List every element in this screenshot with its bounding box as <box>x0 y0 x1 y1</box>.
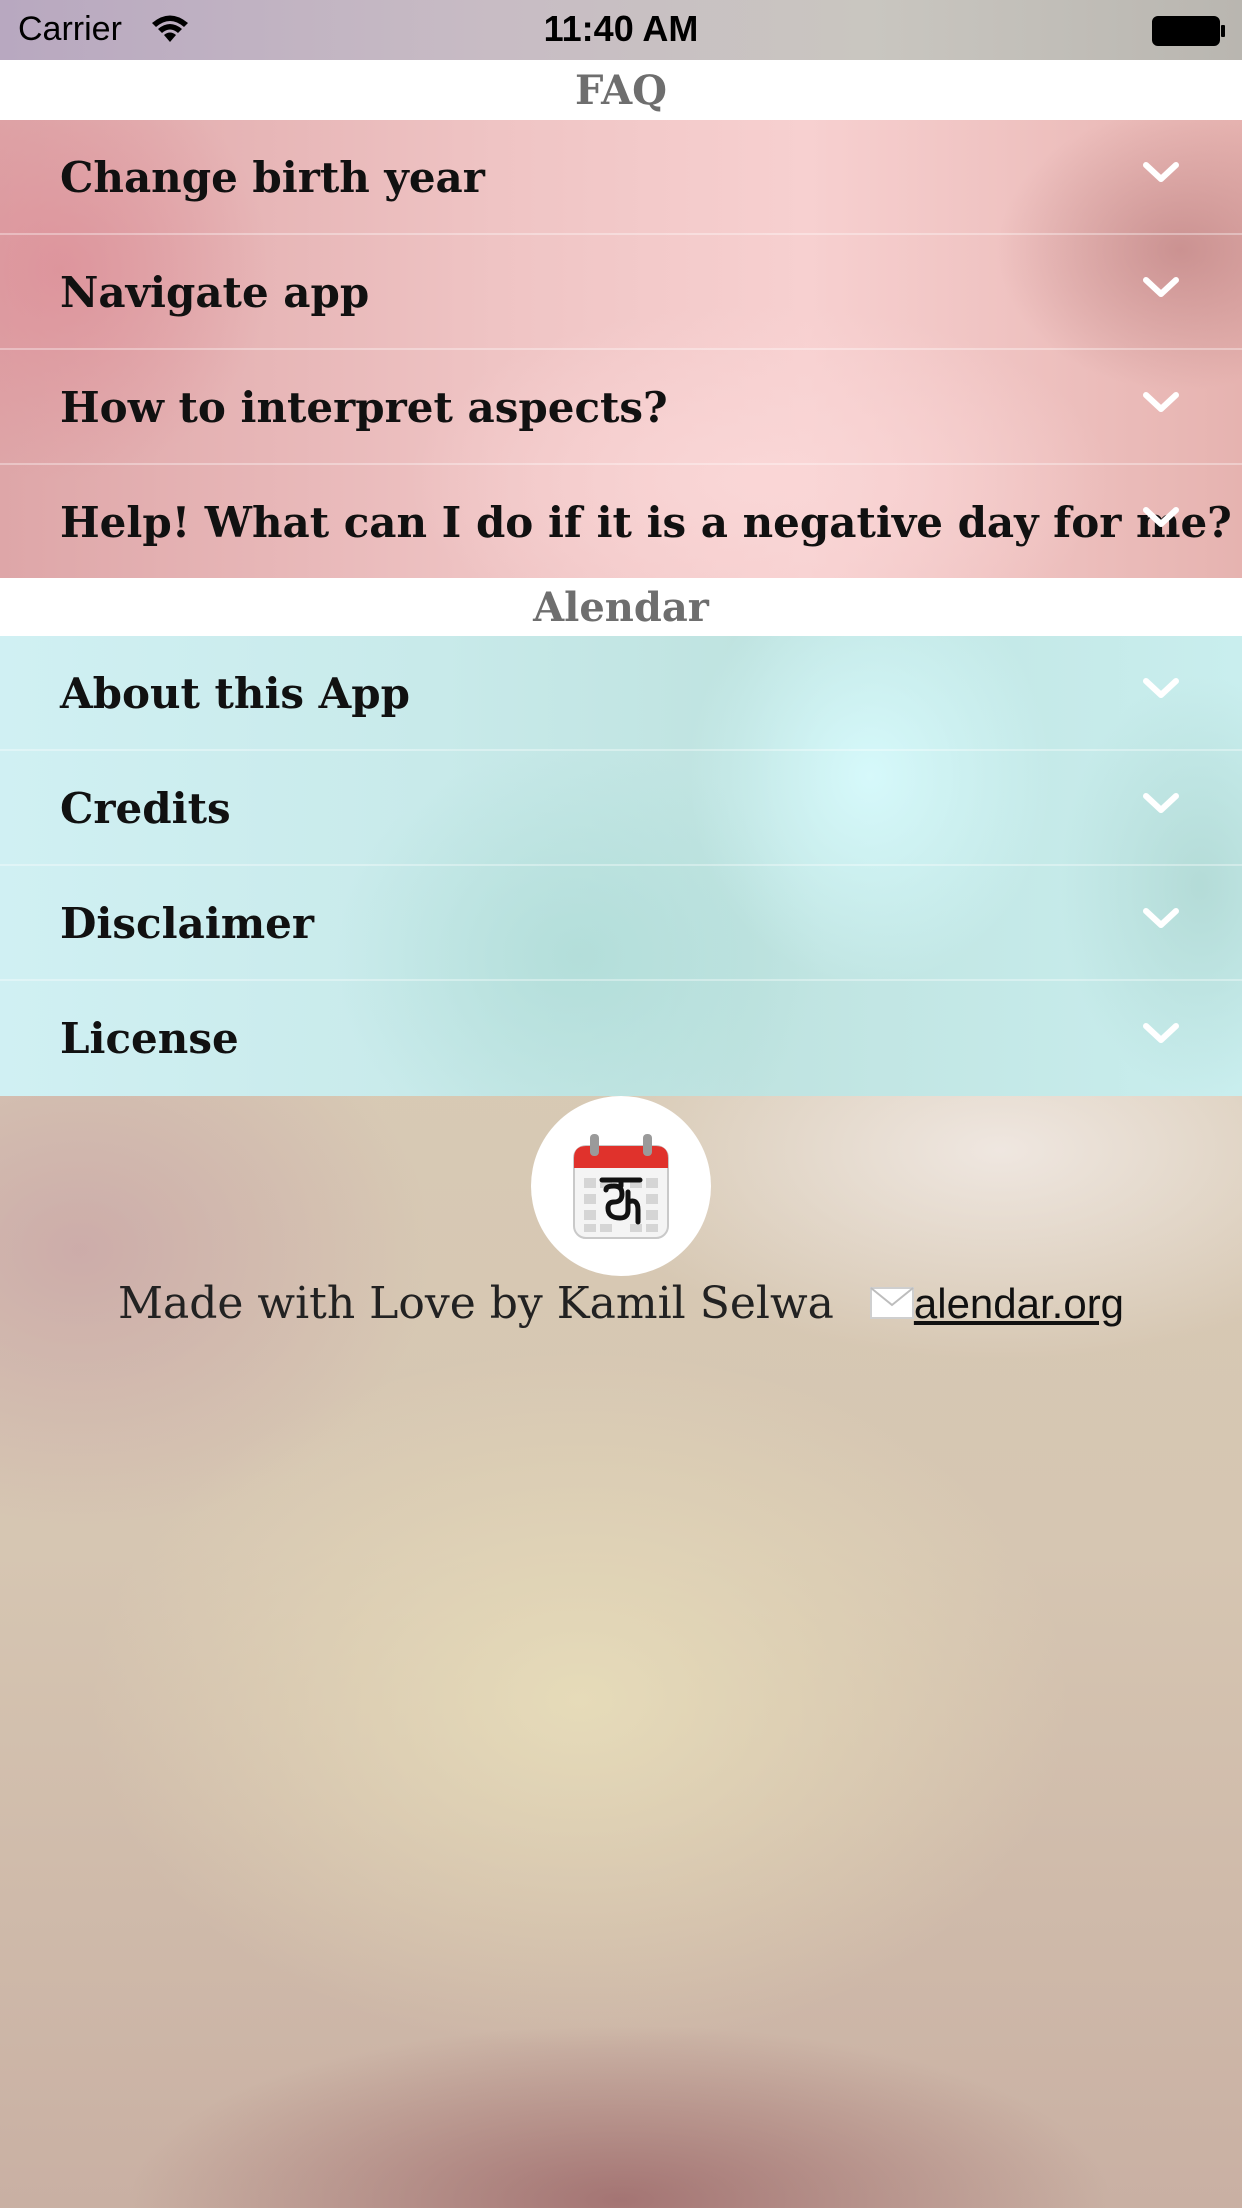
alendar-item-label: License <box>60 1014 239 1063</box>
chevron-down-icon <box>1143 908 1179 928</box>
footer: Made with Love by Kamil Selwa alendar.or… <box>0 1278 1242 1329</box>
alendar-item-disclaimer[interactable]: Disclaimer <box>0 866 1242 981</box>
faq-item-label: Navigate app <box>60 268 370 317</box>
faq-item-label: How to interpret aspects? <box>60 383 668 432</box>
chevron-down-icon <box>1143 277 1179 297</box>
alendar-item-label: Credits <box>60 784 231 833</box>
alendar-item-license[interactable]: License <box>0 981 1242 1096</box>
faq-item-negative-day[interactable]: Help! What can I do if it is a negative … <box>0 465 1242 580</box>
envelope-icon <box>869 1286 914 1319</box>
app-logo <box>531 1096 711 1276</box>
chevron-down-icon <box>1143 678 1179 698</box>
alendar-item-credits[interactable]: Credits <box>0 751 1242 866</box>
faq-item-label: Help! What can I do if it is a negative … <box>60 498 1232 547</box>
faq-item-change-birth-year[interactable]: Change birth year <box>0 120 1242 235</box>
chevron-down-icon <box>1143 392 1179 412</box>
chevron-down-icon <box>1143 793 1179 813</box>
faq-item-label: Change birth year <box>60 153 485 202</box>
alendar-section-header: Alendar <box>0 578 1242 636</box>
faq-section-header: FAQ <box>0 60 1242 120</box>
alendar-item-label: About this App <box>60 669 411 718</box>
faq-item-interpret-aspects[interactable]: How to interpret aspects? <box>0 350 1242 465</box>
calendar-app-icon <box>573 1134 669 1239</box>
alendar-item-label: Disclaimer <box>60 899 315 948</box>
status-time: 11:40 AM <box>543 8 699 49</box>
website-link[interactable]: alendar.org <box>914 1280 1124 1327</box>
footer-credit: Made with Love by Kamil Selwa <box>117 1278 834 1329</box>
alendar-list: About this App Credits Disclaimer Licens… <box>0 636 1242 1096</box>
status-bar: Carrier 11:40 AM <box>0 0 1242 60</box>
faq-list: Change birth year Navigate app How to in… <box>0 120 1242 578</box>
alendar-item-about[interactable]: About this App <box>0 636 1242 751</box>
battery-full-icon <box>1152 16 1225 46</box>
chevron-down-icon <box>1143 162 1179 182</box>
chevron-down-icon <box>1143 507 1179 527</box>
faq-item-navigate-app[interactable]: Navigate app <box>0 235 1242 350</box>
chevron-down-icon <box>1143 1023 1179 1043</box>
